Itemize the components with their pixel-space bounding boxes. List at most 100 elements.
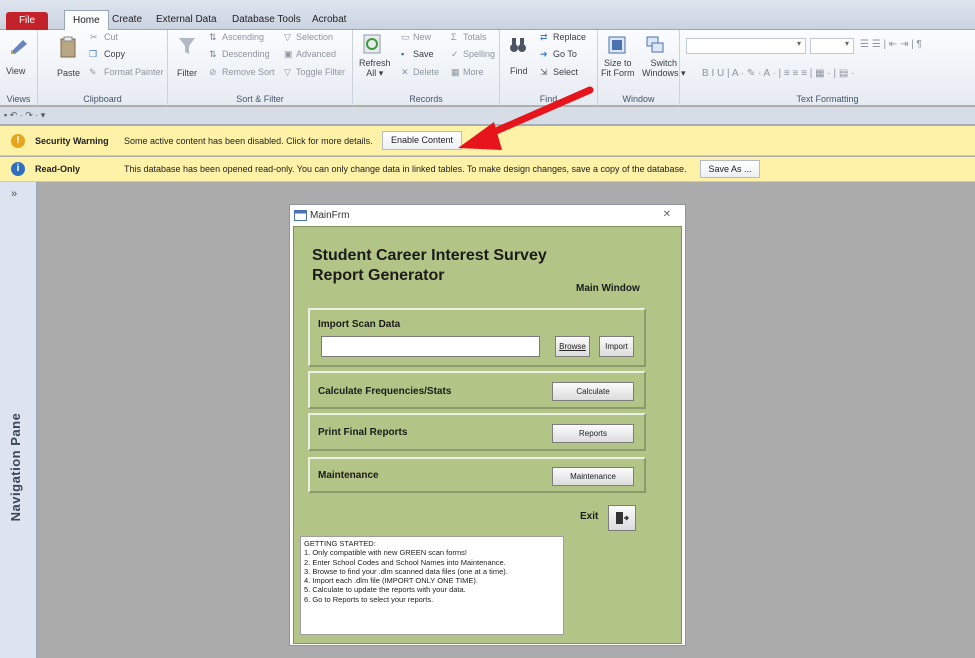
delete-icon: ✕: [401, 67, 409, 77]
selection-button[interactable]: Selection: [296, 32, 333, 42]
group-label: Find: [539, 94, 558, 104]
totals-icon: Σ: [451, 32, 457, 42]
save-button[interactable]: Save: [413, 49, 434, 59]
exit-label: Exit: [580, 511, 599, 522]
view-icon[interactable]: [9, 36, 29, 56]
ribbon: View Views Paste ✂ Cut ❐ Copy ✎ Format P…: [0, 30, 975, 106]
form-icon: [294, 210, 307, 221]
form-heading-line2: Report Generator: [312, 267, 445, 284]
tab-home[interactable]: Home: [64, 10, 109, 31]
switch-windows-button[interactable]: Switch Windows ▾: [642, 58, 686, 78]
expand-chevron-icon[interactable]: »: [11, 188, 17, 200]
access-window: File Home Create External Data Database …: [0, 0, 975, 658]
select-button[interactable]: Select: [553, 67, 578, 77]
save-as-button[interactable]: Save As ...: [700, 160, 760, 178]
tab-external-data[interactable]: External Data: [148, 10, 225, 30]
group-text-formatting: ▾ ▾ ☰ ☰ | ⇤ ⇥ | ¶ B I U | A · ✎ · A · | …: [680, 30, 975, 106]
switch-windows-icon[interactable]: [646, 36, 664, 54]
list-icons[interactable]: ☰ ☰ | ⇤ ⇥ | ¶: [860, 39, 922, 50]
group-label: Text Formatting: [796, 94, 859, 104]
close-icon[interactable]: ✕: [663, 209, 671, 220]
select-icon: ⇲: [540, 67, 548, 77]
group-clipboard: Paste ✂ Cut ❐ Copy ✎ Format Painter Clip…: [38, 30, 168, 106]
descending-button[interactable]: Descending: [222, 49, 270, 59]
warning-icon: !: [11, 134, 25, 148]
tab-database-tools[interactable]: Database Tools: [224, 10, 309, 30]
exit-button[interactable]: [608, 505, 636, 531]
new-record-button[interactable]: New: [413, 32, 431, 42]
calculate-button[interactable]: Calculate: [552, 382, 634, 401]
group-views: View Views: [0, 30, 38, 106]
maintenance-button[interactable]: Maintenance: [552, 467, 634, 486]
security-warning-bar: ! Security Warning Some active content h…: [0, 126, 975, 156]
group-label: Views: [6, 94, 31, 104]
reports-section: Print Final Reports Reports: [308, 413, 646, 451]
cut-button[interactable]: Cut: [104, 32, 118, 42]
info-icon: i: [11, 162, 25, 176]
copy-icon: ❐: [89, 49, 98, 59]
tab-file[interactable]: File: [6, 12, 48, 30]
remove-sort-button[interactable]: Remove Sort: [222, 67, 275, 77]
quick-access-toolbar[interactable]: ▪ ↶ · ↷ · ▾: [0, 107, 975, 125]
form-heading-line1: Student Career Interest Survey: [312, 247, 547, 264]
bold-italic-underline-icons[interactable]: B I U | A · ✎ · A · | ≡ ≡ ≡ | ▦ · | ▤ ·: [702, 68, 854, 79]
paste-button[interactable]: Paste: [57, 68, 80, 78]
ribbon-tab-row: File Home Create External Data Database …: [0, 0, 975, 31]
advanced-button[interactable]: Advanced: [296, 49, 336, 59]
group-label: Records: [409, 94, 443, 104]
format-painter-button[interactable]: Format Painter: [104, 67, 164, 77]
group-window: Size to Fit Form Switch Windows ▾ Window: [598, 30, 686, 106]
binoculars-icon[interactable]: [509, 36, 527, 54]
toggle-filter-icon: ▽: [284, 67, 291, 77]
paste-icon[interactable]: [60, 36, 76, 58]
remove-sort-icon: ⊘: [209, 67, 217, 77]
copy-button[interactable]: Copy: [104, 49, 125, 59]
size-to-fit-icon[interactable]: [608, 36, 626, 54]
maintenance-label: Maintenance: [318, 470, 379, 481]
view-button[interactable]: View: [6, 66, 25, 76]
form-body: Student Career Interest Survey Report Ge…: [293, 226, 682, 644]
navigation-pane-label[interactable]: Navigation Pane: [8, 382, 30, 552]
import-label: Import Scan Data: [318, 319, 401, 330]
group-records: Refresh All ▾ ▭ New ▪ Save ✕ Delete Σ Tot…: [353, 30, 500, 106]
main-window-label: Main Window: [576, 283, 640, 294]
group-label: Window: [622, 94, 655, 104]
more-icon: ▦: [451, 67, 460, 77]
calculate-label: Calculate Frequencies/Stats: [318, 386, 452, 397]
calculate-section: Calculate Frequencies/Stats Calculate: [308, 371, 646, 409]
reports-label: Print Final Reports: [318, 427, 408, 438]
tab-acrobat[interactable]: Acrobat: [304, 10, 354, 30]
reports-button[interactable]: Reports: [552, 424, 634, 443]
selection-icon: ▽: [284, 32, 291, 42]
import-file-path-field[interactable]: [321, 336, 540, 357]
totals-button[interactable]: Totals: [463, 32, 487, 42]
ascending-icon: ⇅: [209, 32, 217, 42]
browse-button[interactable]: Browse: [555, 336, 590, 357]
security-warning-message[interactable]: Some active content has been disabled. C…: [124, 136, 373, 146]
group-find: Find ⇄ Replace ➔ Go To ⇲ Select Find: [500, 30, 598, 106]
font-name-dropdown[interactable]: ▾: [686, 38, 806, 54]
spelling-icon: ✓: [451, 49, 459, 59]
navigation-pane[interactable]: » Navigation Pane: [0, 182, 37, 658]
find-button[interactable]: Find: [510, 66, 528, 76]
getting-started-textbox: GETTING STARTED: 1. Only compatible with…: [300, 536, 564, 635]
toggle-filter-button[interactable]: Toggle Filter: [296, 67, 345, 77]
replace-icon: ⇄: [540, 32, 548, 42]
font-size-dropdown[interactable]: ▾: [810, 38, 854, 54]
replace-button[interactable]: Replace: [553, 32, 586, 42]
import-button[interactable]: Import: [599, 336, 634, 357]
more-button[interactable]: More: [463, 67, 484, 77]
maintenance-section: Maintenance Maintenance: [308, 457, 646, 493]
refresh-icon[interactable]: [363, 34, 381, 54]
tab-create[interactable]: Create: [104, 10, 150, 30]
group-sort-filter: Filter ⇅ Ascending ⇅ Descending ⊘ Remove…: [168, 30, 353, 106]
filter-icon[interactable]: [178, 36, 196, 56]
ascending-button[interactable]: Ascending: [222, 32, 264, 42]
size-to-fit-form-button[interactable]: Size to Fit Form: [601, 58, 635, 78]
spelling-button[interactable]: Spelling: [463, 49, 495, 59]
delete-button[interactable]: Delete: [413, 67, 439, 77]
filter-button[interactable]: Filter: [177, 68, 197, 78]
refresh-all-button[interactable]: Refresh All ▾: [359, 58, 391, 78]
enable-content-button[interactable]: Enable Content: [382, 131, 462, 150]
goto-button[interactable]: Go To: [553, 49, 577, 59]
